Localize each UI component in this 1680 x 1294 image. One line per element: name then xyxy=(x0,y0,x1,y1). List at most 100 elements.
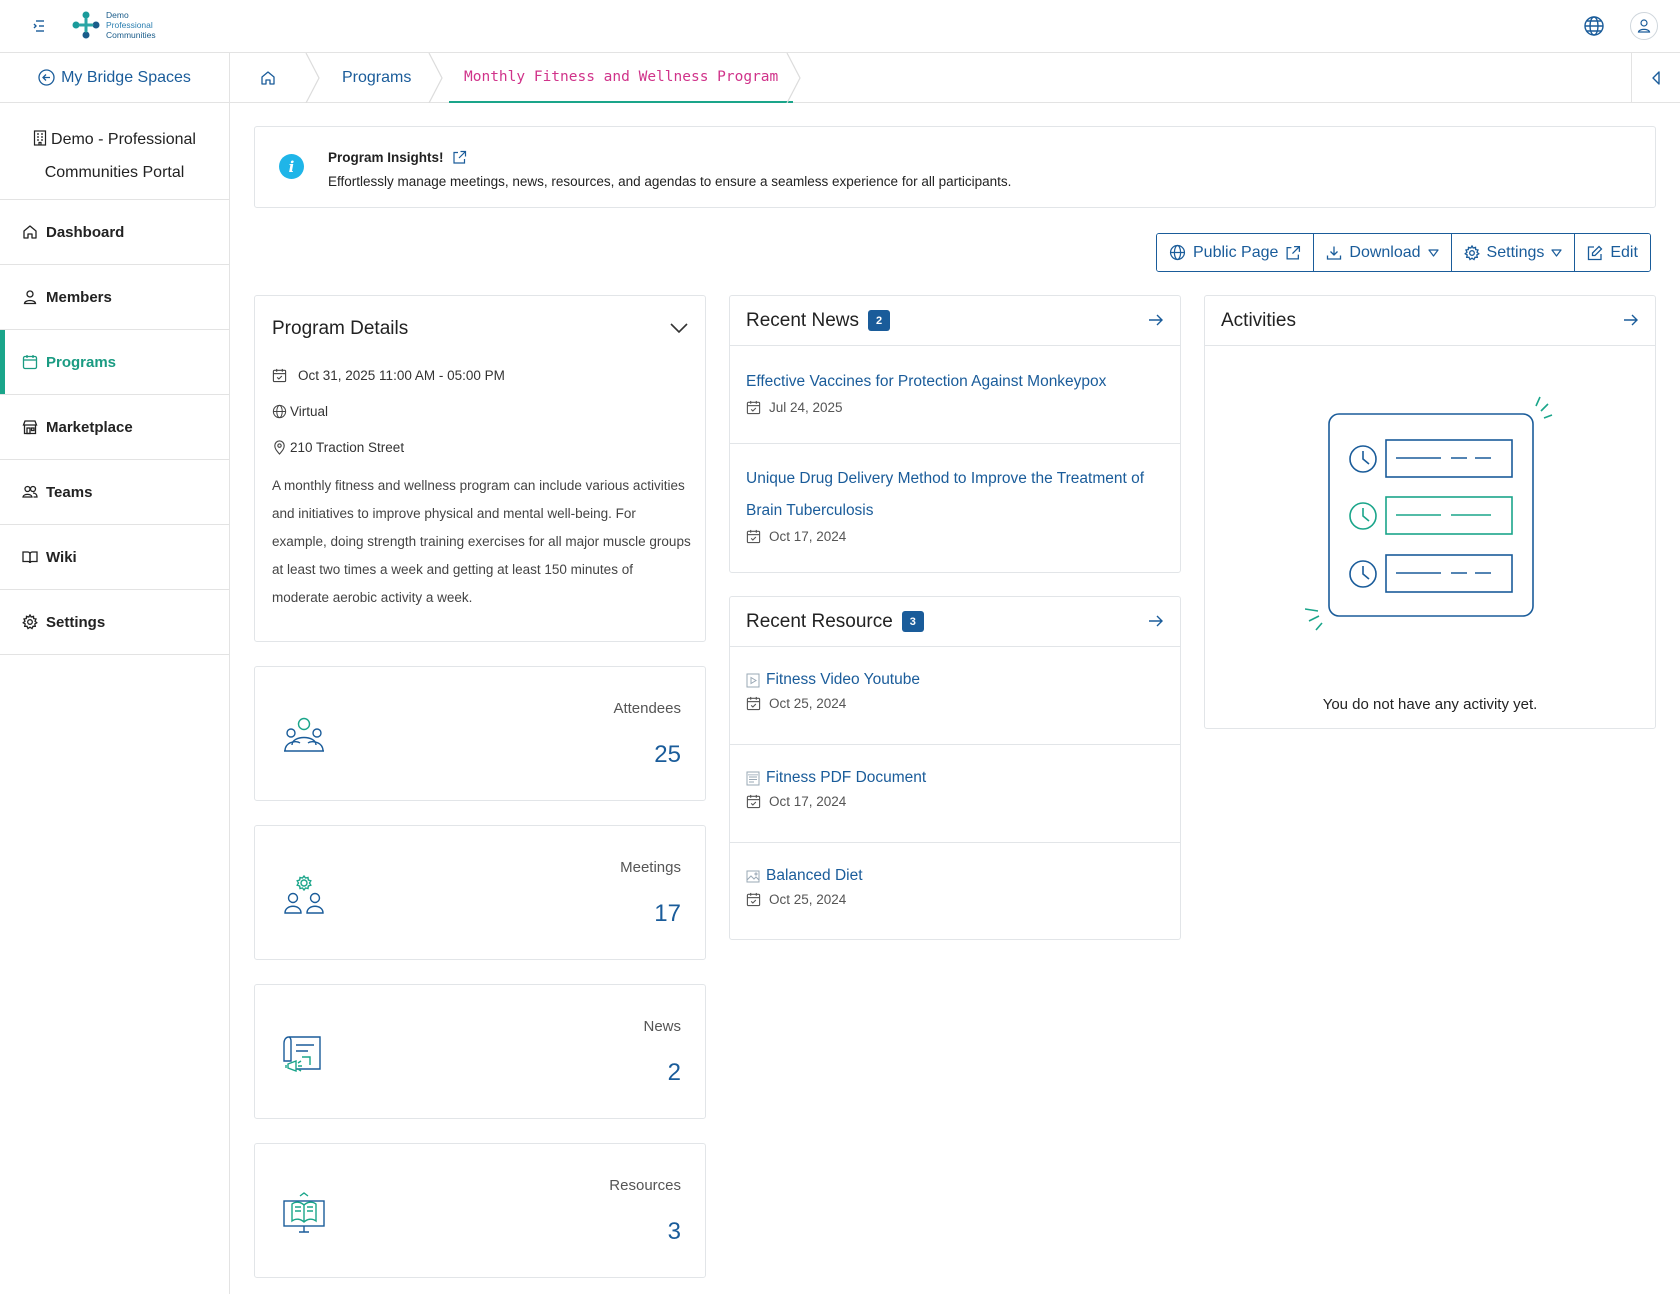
arrow-right-icon[interactable] xyxy=(1148,614,1164,628)
resource-item-title[interactable]: Balanced Diet xyxy=(766,860,863,892)
news-list-item[interactable]: Unique Drug Delivery Method to Improve t… xyxy=(730,444,1180,572)
settings-dropdown-button[interactable]: Settings xyxy=(1451,234,1576,271)
user-avatar-icon[interactable] xyxy=(1630,12,1658,40)
stat-card-news[interactable]: News 2 xyxy=(254,984,706,1119)
recent-news-count-badge: 2 xyxy=(868,310,890,331)
no-activity-message: You do not have any activity yet. xyxy=(1322,696,1538,713)
external-link-icon[interactable] xyxy=(452,150,467,165)
resource-item-title[interactable]: Fitness PDF Document xyxy=(766,762,926,794)
brand-line-3: Communities xyxy=(106,30,156,40)
sidebar-item-label: Dashboard xyxy=(46,223,125,241)
news-item-title[interactable]: Effective Vaccines for Protection Agains… xyxy=(746,366,1164,398)
gear-icon xyxy=(1463,244,1480,260)
edit-button[interactable]: Edit xyxy=(1575,234,1650,271)
public-page-button[interactable]: Public Page xyxy=(1157,234,1315,271)
sidebar-item-settings[interactable]: Settings xyxy=(0,590,229,655)
public-page-label: Public Page xyxy=(1193,243,1279,261)
brand-line-1: Demo xyxy=(106,10,129,20)
calendar-check-icon xyxy=(272,368,287,383)
recent-news-title: Recent News xyxy=(746,309,859,331)
language-globe-icon[interactable] xyxy=(1580,12,1608,40)
empty-activity-illustration xyxy=(1305,396,1553,631)
location-pin-icon xyxy=(274,440,285,455)
top-bar: Demo Professional Communities xyxy=(0,0,1680,53)
resources-icon xyxy=(283,1192,325,1233)
sidebar-item-label: Members xyxy=(46,288,112,306)
stat-value: 2 xyxy=(667,1059,681,1086)
stat-card-attendees[interactable]: Attendees 25 xyxy=(254,666,706,801)
download-dropdown-button[interactable]: Download xyxy=(1314,234,1452,271)
resource-item-date: Oct 25, 2024 xyxy=(769,892,847,907)
resource-list-item[interactable]: Fitness Video Youtube Oct 25, 2024 xyxy=(730,647,1180,745)
program-address: 210 Traction Street xyxy=(290,440,405,455)
sidebar-item-programs[interactable]: Programs xyxy=(0,330,229,395)
news-list-item[interactable]: Effective Vaccines for Protection Agains… xyxy=(730,346,1180,444)
brand-line-2: Professional xyxy=(106,20,153,30)
sidebar-item-label: Wiki xyxy=(46,548,77,566)
program-datetime: Oct 31, 2025 11:00 AM - 05:00 PM xyxy=(298,368,505,383)
portal-name: Demo - Professional Communities Portal xyxy=(0,103,229,200)
sidebar-item-wiki[interactable]: Wiki xyxy=(0,525,229,590)
back-link-label: My Bridge Spaces xyxy=(61,68,191,86)
breadcrumb-separator-icon xyxy=(786,53,801,103)
breadcrumb-separator-icon xyxy=(305,53,320,103)
users-icon xyxy=(22,485,38,498)
globe-icon xyxy=(272,404,287,419)
news-item-date: Oct 17, 2024 xyxy=(769,529,847,544)
stat-label: Attendees xyxy=(613,700,681,717)
chevron-down-icon xyxy=(1427,248,1439,257)
breadcrumb: Programs Monthly Fitness and Wellness Pr… xyxy=(230,53,1680,103)
calendar-check-icon xyxy=(746,892,761,907)
resource-item-title[interactable]: Fitness Video Youtube xyxy=(766,664,920,696)
breadcrumb-home[interactable] xyxy=(260,53,276,103)
program-mode: Virtual xyxy=(290,404,329,419)
sidebar-item-members[interactable]: Members xyxy=(0,265,229,330)
external-link-icon xyxy=(1286,245,1301,260)
user-icon xyxy=(23,290,37,305)
program-insights-banner: i Program Insights! Effortlessly manage … xyxy=(254,126,1656,208)
back-to-bridge-spaces-link[interactable]: My Bridge Spaces xyxy=(0,53,229,103)
recent-resource-count-badge: 3 xyxy=(901,611,924,632)
breadcrumb-separator-icon xyxy=(428,53,443,103)
breadcrumb-programs[interactable]: Programs xyxy=(342,53,411,103)
collapse-panel-button[interactable] xyxy=(1631,53,1680,103)
stat-label: Resources xyxy=(609,1177,681,1194)
banner-title: Program Insights! xyxy=(328,150,444,165)
news-icon xyxy=(283,1036,321,1073)
program-description: A monthly fitness and wellness program c… xyxy=(272,478,691,605)
sidebar-item-dashboard[interactable]: Dashboard xyxy=(0,200,229,265)
caret-left-icon xyxy=(1652,71,1660,85)
building-icon xyxy=(33,130,47,146)
portal-name-line-2: Communities Portal xyxy=(44,164,185,181)
pdf-file-icon xyxy=(746,771,760,785)
download-icon xyxy=(1327,246,1342,260)
globe-icon xyxy=(1169,244,1186,261)
banner-text: Effortlessly manage meetings, news, reso… xyxy=(328,174,1012,189)
sidebar-item-teams[interactable]: Teams xyxy=(0,460,229,525)
arrow-right-icon[interactable] xyxy=(1623,313,1639,327)
book-icon xyxy=(22,551,38,564)
news-item-title[interactable]: Unique Drug Delivery Method to Improve t… xyxy=(746,463,1164,527)
brand-logo[interactable]: Demo Professional Communities xyxy=(70,9,156,41)
chevron-down-icon xyxy=(1551,248,1562,257)
video-file-icon xyxy=(746,673,760,687)
resource-list-item[interactable]: Balanced Diet Oct 25, 2024 xyxy=(730,843,1180,939)
stat-card-meetings[interactable]: Meetings 17 xyxy=(254,825,706,960)
sidebar-item-marketplace[interactable]: Marketplace xyxy=(0,395,229,460)
resource-list-item[interactable]: Fitness PDF Document Oct 17, 2024 xyxy=(730,745,1180,843)
program-details-card: Program Details Oct 31, 2025 11:00 AM - … xyxy=(254,295,706,642)
sidebar-item-label: Marketplace xyxy=(46,418,133,436)
menu-toggle-icon[interactable] xyxy=(30,17,50,35)
stat-value: 17 xyxy=(654,900,681,927)
gear-icon xyxy=(22,614,38,630)
download-label: Download xyxy=(1349,243,1421,261)
stat-card-resources[interactable]: Resources 3 xyxy=(254,1143,706,1278)
chevron-down-icon[interactable] xyxy=(670,323,688,334)
attendees-icon xyxy=(284,717,324,752)
sidebar-item-label: Teams xyxy=(46,483,93,501)
program-details-title: Program Details xyxy=(272,318,409,339)
news-item-date: Jul 24, 2025 xyxy=(769,400,843,415)
arrow-right-icon[interactable] xyxy=(1148,313,1164,327)
edit-label: Edit xyxy=(1610,243,1638,261)
breadcrumb-current-program[interactable]: Monthly Fitness and Wellness Program xyxy=(449,53,794,103)
